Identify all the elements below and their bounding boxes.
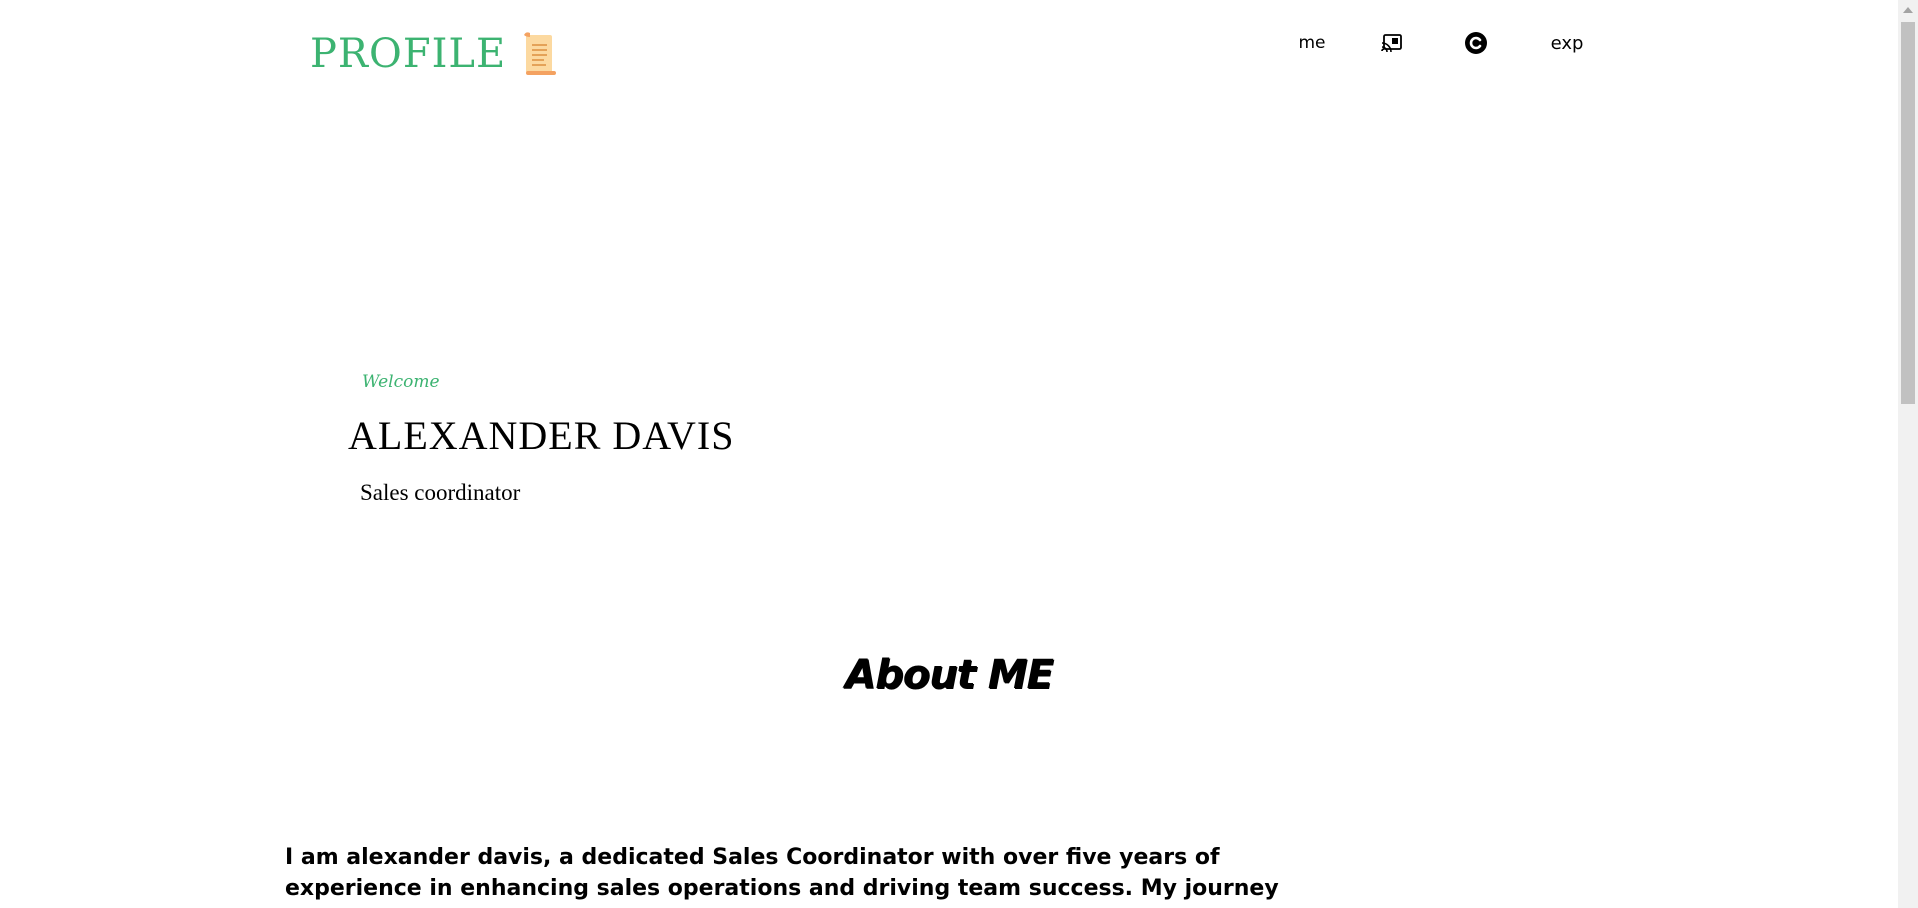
nav-link-exp[interactable]: exp [1544,28,1590,58]
hero-name: ALEXANDER DAVIS [348,413,735,458]
nav-link-copyright[interactable] [1460,28,1492,58]
scroll-icon [524,32,557,75]
about-title: About ME [845,652,1054,698]
page: PROFILE me exp Welcome ALEXANDER DAVIS S… [0,0,1918,908]
hero-role: Sales coordinator [360,480,521,505]
viewport: PROFILE me exp Welcome ALEXANDER DAVIS S… [0,0,1898,908]
nav-link-cast[interactable] [1376,28,1408,58]
scrollbar-thumb[interactable] [1901,22,1915,404]
logo-text: PROFILE [310,31,507,77]
about-text: I am alexander davis, a dedicated Sales … [285,845,1279,908]
logo[interactable]: PROFILE [310,30,560,78]
copyright-icon [1465,32,1487,54]
main-nav: me exp [1280,28,1610,58]
nav-link-me[interactable]: me [1290,28,1334,58]
vertical-scrollbar[interactable] [1898,0,1918,908]
welcome-text: Welcome [362,372,440,392]
scroll-up-arrow-icon[interactable] [1898,0,1918,20]
cast-icon [1381,34,1402,53]
